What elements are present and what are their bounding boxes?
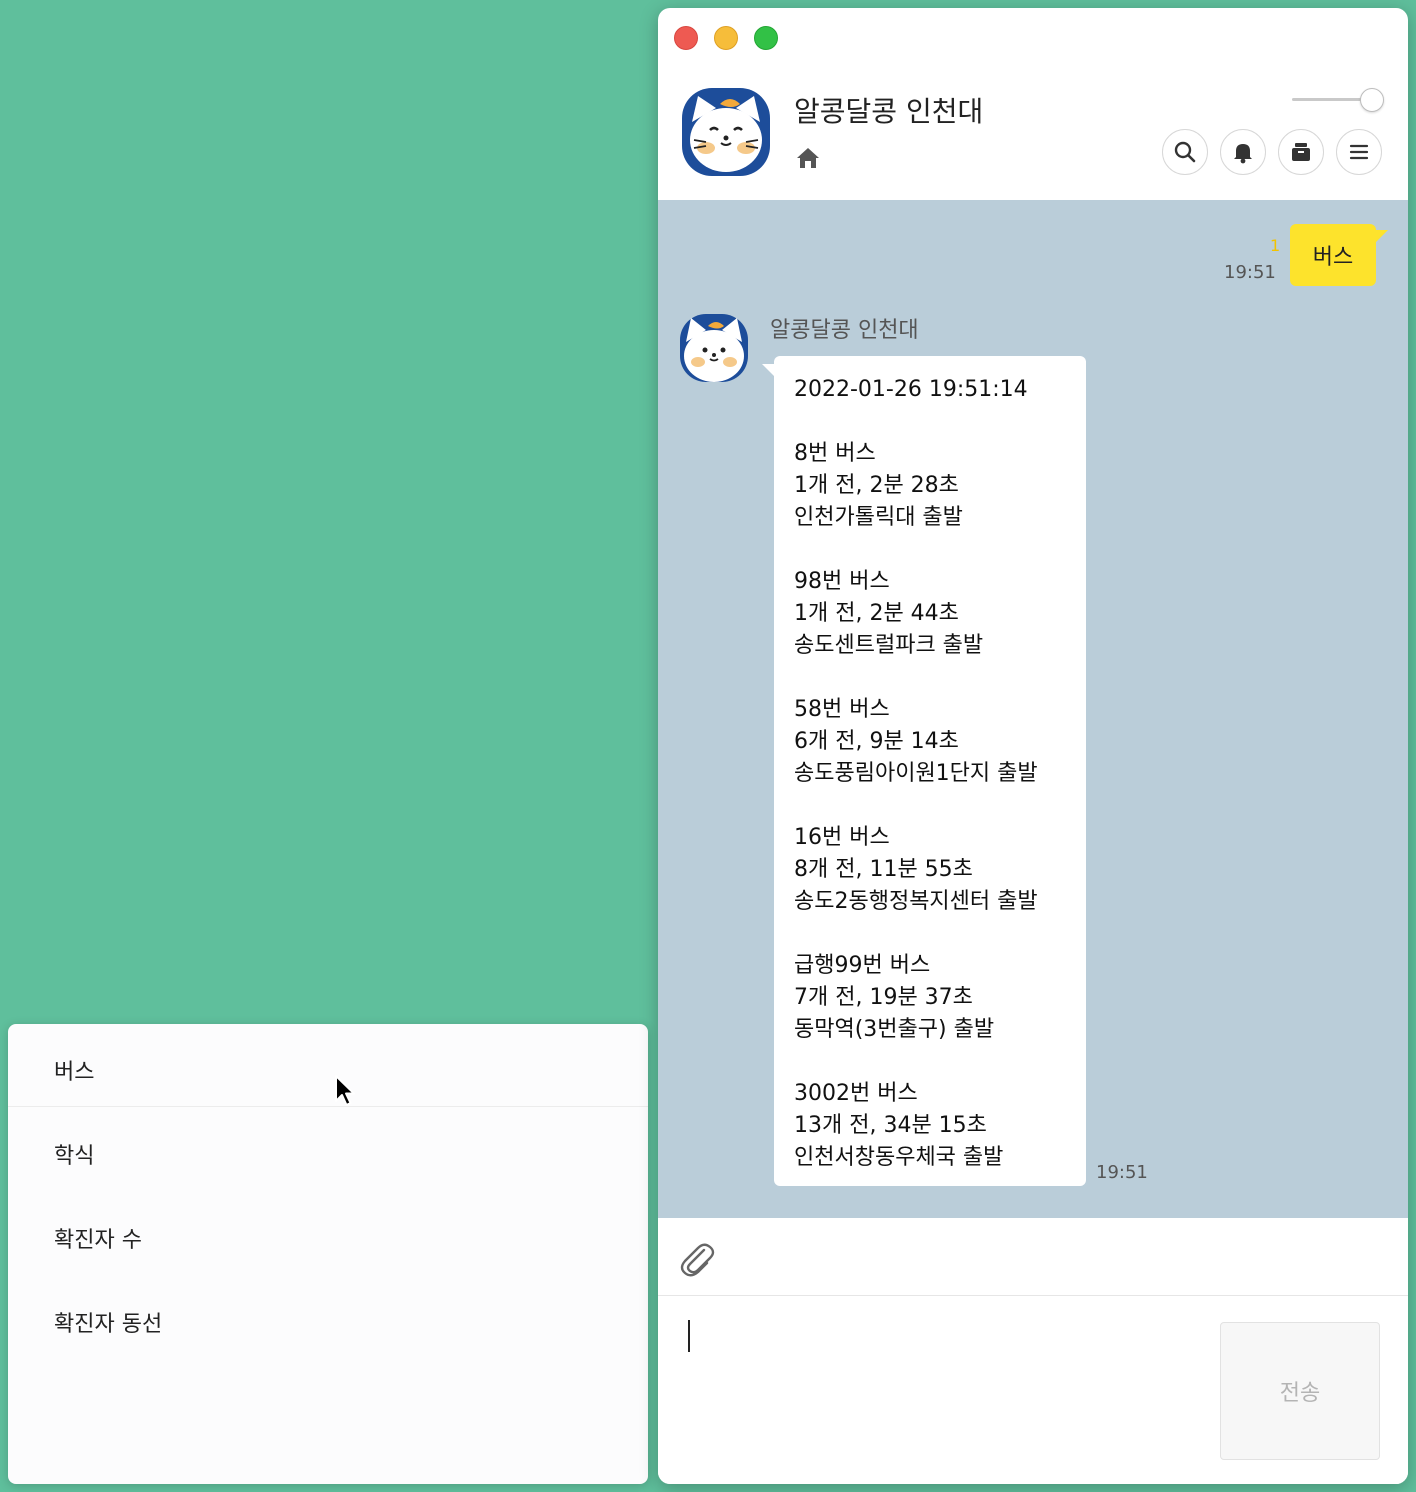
bus-route: 58번 버스 [794, 697, 890, 722]
opacity-slider[interactable] [1292, 88, 1384, 112]
sent-bubble-tail [1370, 230, 1388, 246]
home-icon[interactable] [794, 144, 822, 172]
window-minimize-button[interactable] [714, 26, 738, 50]
bus-route: 8번 버스 [794, 441, 876, 466]
chat-title: 알콩달콩 인천대 [794, 95, 984, 128]
bus-location: 인천가톨릭대 출발 [794, 505, 963, 530]
bus-location: 송도2동행정복지센터 출발 [794, 889, 1038, 914]
message-input[interactable]: 전송 [658, 1296, 1408, 1484]
slider-knob[interactable] [1360, 88, 1384, 112]
quick-reply-case-route[interactable]: 확진자 동선 [54, 1306, 162, 1338]
bus-route: 98번 버스 [794, 569, 890, 594]
sent-message-bubble[interactable]: 버스 [1290, 224, 1376, 286]
bus-location: 송도센트럴파크 출발 [794, 633, 984, 658]
bus-route: 16번 버스 [794, 825, 890, 850]
message-text: 2022-01-26 19:51:14 8번 버스 1개 전, 2분 28초 인… [794, 374, 1066, 1174]
message-list[interactable]: 1 19:51 버스 알콩달콩 인천대 2022-01-26 19:51:14 [658, 200, 1408, 1218]
bus-route: 급행99번 버스 [794, 953, 931, 978]
sender-name: 알콩달콩 인천대 [770, 318, 919, 343]
mouse-pointer-icon [335, 1075, 355, 1106]
bus-eta: 1개 전, 2분 28초 [794, 473, 959, 498]
window-close-button[interactable] [674, 26, 698, 50]
bus-eta: 1개 전, 2분 44초 [794, 601, 959, 626]
bus-location: 동막역(3번출구) 출발 [794, 1017, 995, 1042]
bell-icon [1234, 144, 1252, 164]
unread-count: 1 [1270, 236, 1281, 255]
quick-reply-menu: 버스 학식 확진자 수 확진자 동선 [8, 1024, 648, 1484]
received-message-time: 19:51 [1096, 1162, 1148, 1183]
text-caret [688, 1320, 690, 1352]
window-zoom-button[interactable] [754, 26, 778, 50]
search-icon [1174, 141, 1196, 163]
quick-reply-bus[interactable]: 버스 [54, 1054, 94, 1086]
menu-divider [8, 1106, 648, 1107]
chat-window: 알콩달콩 인천대 1 19:51 버스 알콩달콩 인천대 2022-01-26 … [658, 8, 1408, 1484]
paperclip-icon[interactable] [676, 1238, 718, 1280]
received-message-bubble[interactable]: 2022-01-26 19:51:14 8번 버스 1개 전, 2분 28초 인… [774, 356, 1086, 1186]
composer-toolbar [658, 1218, 1408, 1296]
search-button[interactable] [1162, 129, 1208, 175]
message-timestamp: 2022-01-26 19:51:14 [794, 377, 1028, 402]
quick-reply-case-count[interactable]: 확진자 수 [54, 1222, 142, 1254]
drawer-icon [1292, 143, 1310, 161]
menu-icon [1349, 144, 1369, 160]
chat-avatar[interactable] [680, 86, 772, 178]
menu-button[interactable] [1336, 129, 1382, 175]
sender-avatar[interactable] [678, 312, 750, 384]
send-button[interactable]: 전송 [1220, 1322, 1380, 1460]
bus-eta: 13개 전, 34분 15초 [794, 1113, 987, 1138]
bus-eta: 6개 전, 9분 14초 [794, 729, 959, 754]
bus-location: 송도풍림아이원1단지 출발 [794, 761, 1038, 786]
quick-reply-cafeteria[interactable]: 학식 [54, 1138, 94, 1170]
sent-message-time: 19:51 [1224, 262, 1276, 283]
notification-button[interactable] [1220, 129, 1266, 175]
bus-eta: 8개 전, 11분 55초 [794, 857, 973, 882]
bus-route: 3002번 버스 [794, 1081, 918, 1106]
drawer-button[interactable] [1278, 129, 1324, 175]
bus-location: 인천서창동우체국 출발 [794, 1145, 1004, 1170]
bus-eta: 7개 전, 19분 37초 [794, 985, 973, 1010]
